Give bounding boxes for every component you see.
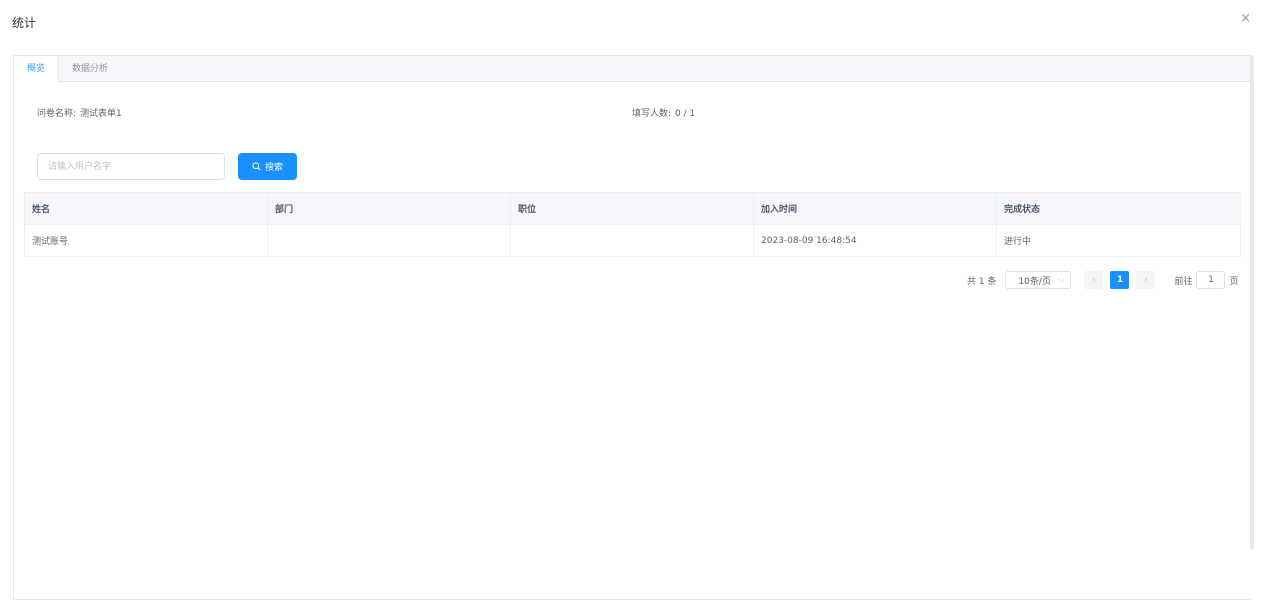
page-size-select[interactable]: 10条/页 ⌵ <box>1005 271 1072 289</box>
cell-join-time: 2023-08-09 16:48:54 <box>753 224 997 257</box>
tab-data-analysis[interactable]: 数据分析 <box>59 56 121 82</box>
members-table: 姓名 部门 职位 加入时间 完成状态 测试账号 2023-08-09 16:48… <box>24 192 1241 257</box>
pagination: 共 1 条 10条/页 ⌵ ‹ 1 › 前往 页 <box>967 271 1238 289</box>
fill-count-value: 0 / 1 <box>675 109 696 119</box>
page-number-current[interactable]: 1 <box>1110 271 1130 289</box>
prev-page-button[interactable]: ‹ <box>1084 271 1104 289</box>
dialog-title: 统计 <box>12 16 37 30</box>
fill-count-label: 填写人数: <box>632 109 672 119</box>
tabs-header: 概览 数据分析 <box>14 56 1251 83</box>
survey-name-info: 问卷名称: 测试表单1 <box>37 106 122 119</box>
column-header-position: 职位 <box>510 192 754 225</box>
pagination-total: 共 1 条 <box>967 276 997 287</box>
cell-name: 测试账号 <box>24 224 268 257</box>
goto-label: 前往 <box>1174 276 1193 287</box>
search-icon <box>252 162 261 171</box>
survey-name-value: 测试表单1 <box>80 109 122 119</box>
table-row: 测试账号 2023-08-09 16:48:54 进行中 <box>24 224 1241 257</box>
table-header-row: 姓名 部门 职位 加入时间 完成状态 <box>24 192 1241 225</box>
page-suffix: 页 <box>1229 276 1239 287</box>
fill-count-info: 填写人数: 0 / 1 <box>632 106 695 119</box>
search-input[interactable] <box>37 153 225 180</box>
tab-overview[interactable]: 概览 <box>14 56 60 83</box>
goto-page-input[interactable] <box>1196 271 1226 289</box>
cell-status: 进行中 <box>996 224 1241 257</box>
chevron-down-icon: ⌵ <box>1058 275 1065 284</box>
scrollbar[interactable] <box>1250 55 1254 550</box>
search-button[interactable]: 搜索 <box>238 153 297 180</box>
page-size-value: 10条/页 <box>1018 276 1051 287</box>
next-page-button[interactable]: › <box>1136 271 1156 289</box>
search-button-label: 搜索 <box>264 163 283 173</box>
cell-department <box>267 224 511 257</box>
column-header-join-time: 加入时间 <box>753 192 997 225</box>
page-jumper: 前往 页 <box>1174 271 1238 289</box>
column-header-status: 完成状态 <box>996 192 1241 225</box>
close-icon[interactable]: × <box>1240 12 1251 25</box>
cell-position <box>510 224 754 257</box>
column-header-name: 姓名 <box>24 192 268 225</box>
tabs-card: 概览 数据分析 问卷名称:测试表单1 填写人数:0 / 1 搜索 姓名 部门 职… <box>13 55 1251 600</box>
column-header-department: 部门 <box>267 192 511 225</box>
survey-name-label: 问卷名称: <box>37 109 77 119</box>
